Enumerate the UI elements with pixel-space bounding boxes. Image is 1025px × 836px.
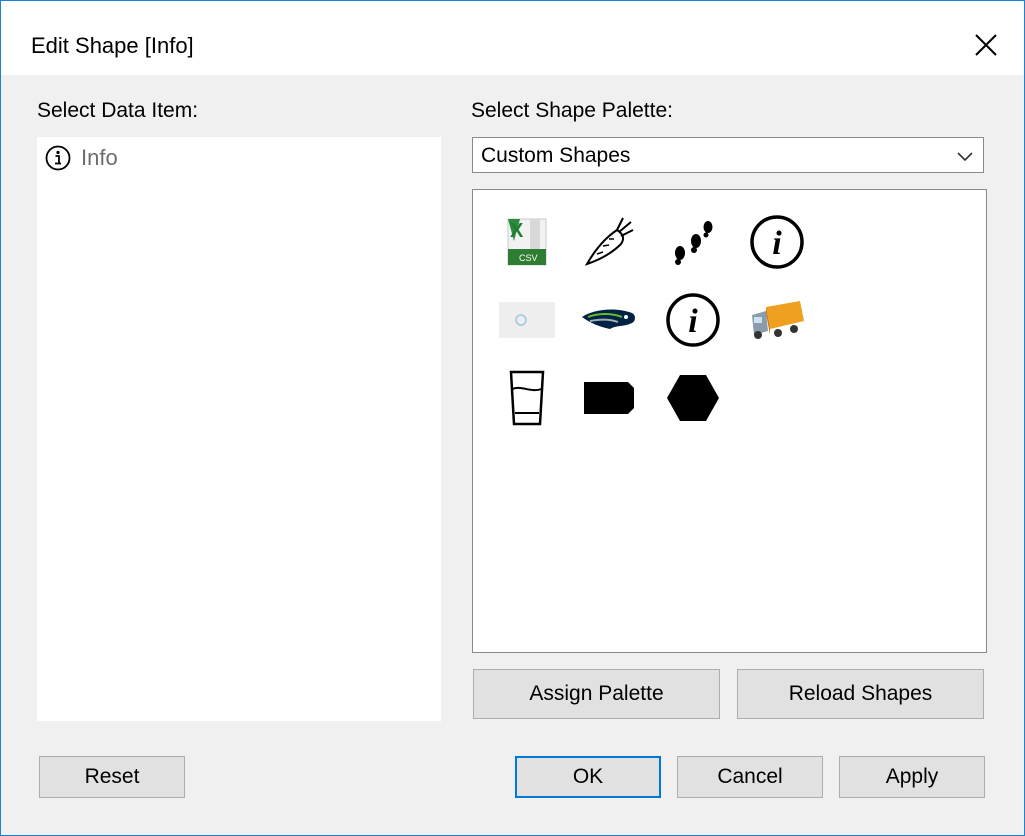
window-title: Edit Shape [Info] — [31, 33, 194, 58]
title-bar: Edit Shape [Info] — [1, 1, 1024, 75]
loading-thumbnail-icon — [499, 302, 555, 338]
shape-grid[interactable]: X CSV i i — [472, 189, 987, 653]
shape-palette-select[interactable]: Custom Shapes — [472, 137, 984, 173]
data-item-list[interactable]: Info — [37, 137, 441, 721]
assign-palette-button[interactable]: Assign Palette — [473, 669, 720, 719]
shape-drinking-glass[interactable] — [497, 368, 557, 428]
close-button[interactable] — [966, 25, 1006, 65]
excel-csv-icon: X CSV — [507, 218, 547, 266]
list-item[interactable]: Info — [45, 143, 118, 173]
shape-palette-selected: Custom Shapes — [481, 144, 631, 167]
shape-loading-thumbnail[interactable] — [497, 290, 557, 350]
shape-info-2[interactable]: i — [663, 290, 723, 350]
shape-excel-csv[interactable]: X CSV — [497, 212, 557, 272]
shape-hexagon[interactable] — [663, 368, 723, 428]
ok-button[interactable]: OK — [515, 756, 661, 798]
svg-text:CSV: CSV — [519, 253, 538, 263]
shape-delivery-truck[interactable] — [747, 290, 807, 350]
shape-carrot[interactable] — [579, 212, 639, 272]
apply-button[interactable]: Apply — [839, 756, 985, 798]
delivery-truck-icon — [752, 301, 804, 339]
reload-shapes-button[interactable]: Reload Shapes — [737, 669, 984, 719]
shape-rounded-rectangle[interactable] — [579, 368, 639, 428]
drinking-glass-icon — [509, 370, 545, 426]
rounded-rectangle-icon — [584, 382, 634, 414]
data-item-label: Info — [81, 145, 118, 170]
seahawks-logo-icon — [582, 309, 635, 329]
shape-info-1[interactable]: i — [747, 212, 807, 272]
carrot-icon — [584, 217, 634, 266]
edit-shape-dialog: Edit Shape [Info] Select Data Item: Info… — [0, 0, 1025, 836]
cancel-button[interactable]: Cancel — [677, 756, 823, 798]
hexagon-icon — [667, 375, 719, 421]
shape-seahawks[interactable] — [579, 290, 639, 350]
svg-text:i: i — [688, 303, 698, 340]
info-circle-icon: i — [666, 293, 720, 347]
info-circle-icon — [45, 145, 71, 171]
svg-text:i: i — [772, 225, 782, 262]
reset-button[interactable]: Reset — [39, 756, 185, 798]
chevron-down-icon — [957, 152, 973, 162]
footprints-icon — [675, 221, 713, 265]
close-icon — [975, 34, 997, 56]
svg-text:X: X — [510, 220, 524, 242]
select-data-item-label: Select Data Item: — [37, 99, 199, 122]
shape-footprints[interactable] — [663, 212, 723, 272]
select-shape-palette-label: Select Shape Palette: — [471, 99, 673, 122]
info-circle-icon: i — [750, 215, 804, 269]
